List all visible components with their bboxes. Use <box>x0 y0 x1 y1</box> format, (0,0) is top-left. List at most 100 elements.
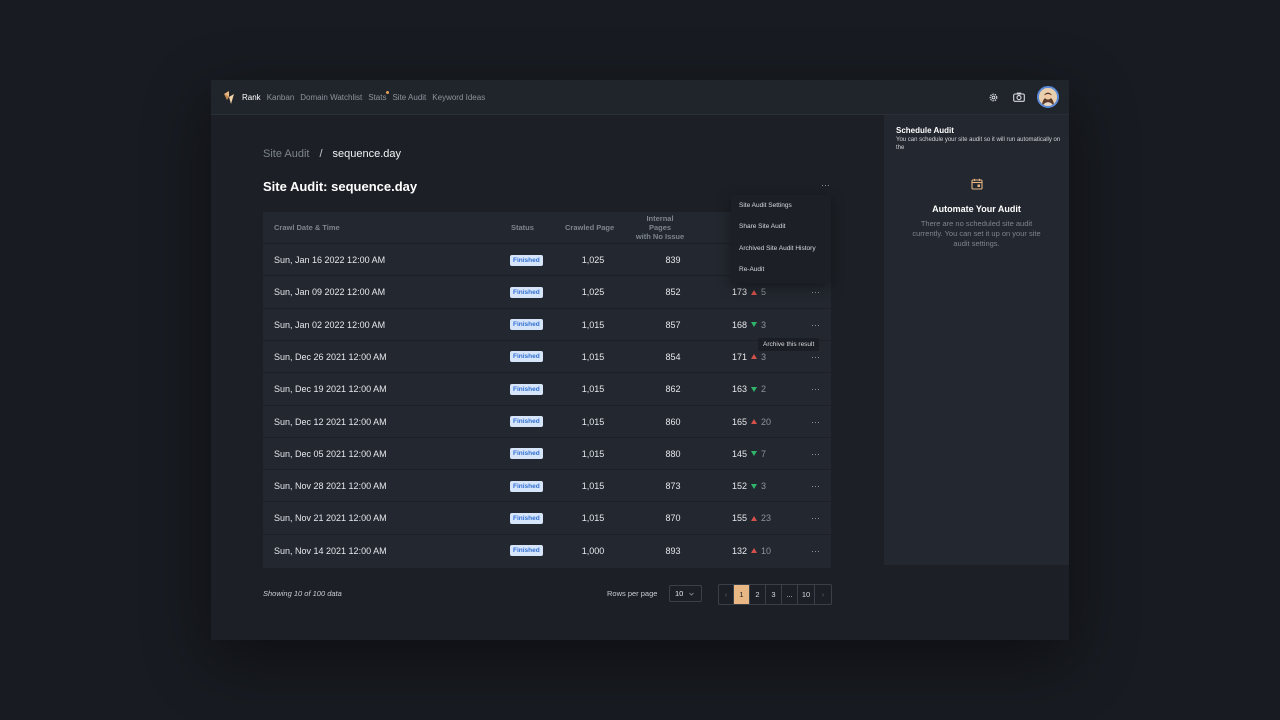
nav-item-kanban[interactable]: Kanban <box>267 92 295 103</box>
header-status[interactable]: Status <box>511 212 534 243</box>
issues-value: 152 <box>732 481 748 492</box>
arrow-up-icon <box>751 354 758 360</box>
notification-dot <box>386 91 390 94</box>
top-icons <box>985 86 1059 108</box>
table-row[interactable]: Sun, Dec 19 2021 12:00 AM Finished 1,015 86… <box>263 372 831 404</box>
cell-crawl-date: Sun, Dec 12 2021 12:00 AM <box>274 416 387 427</box>
calendar-icon <box>971 178 983 190</box>
breadcrumb: Site Audit / sequence.day <box>263 148 401 160</box>
cell-issues: 145 7 <box>732 438 766 470</box>
cell-status: Finished <box>510 341 543 373</box>
page-more-button[interactable]: ··· <box>821 180 830 190</box>
table-row[interactable]: Sun, Dec 05 2021 12:00 AM Finished 1,015 88… <box>263 436 831 470</box>
issues-value: 165 <box>732 416 748 427</box>
gear-icon[interactable] <box>985 89 1001 105</box>
archive-tooltip: Archive this result <box>758 338 820 351</box>
menu-item-re-audit[interactable]: Re-Audit <box>739 266 764 273</box>
status-badge: Finished <box>510 416 543 427</box>
next-page-button[interactable]: › <box>815 585 831 604</box>
table-row[interactable]: Sun, Nov 21 2021 12:00 AM Finished 1,015 87… <box>263 501 831 533</box>
arrow-down-icon <box>751 386 758 392</box>
prev-page-button[interactable]: ‹ <box>719 585 734 604</box>
rows-per-page-select[interactable]: 10 <box>669 585 702 602</box>
arrow-up-icon <box>751 515 758 521</box>
cell-crawl-date: Sun, Jan 09 2022 12:00 AM <box>274 287 386 298</box>
row-more-button[interactable]: ··· <box>811 502 820 534</box>
cell-crawl-date: Sun, Dec 05 2021 12:00 AM <box>274 448 387 459</box>
status-badge: Finished <box>510 545 543 557</box>
cell-issues: 132 10 <box>732 535 771 567</box>
issues-value: 132 <box>732 545 748 556</box>
breadcrumb-separator: / <box>319 148 323 160</box>
page-ellipsis: ... <box>782 585 798 604</box>
issues-delta: 20 <box>761 416 772 427</box>
nav-item-stats[interactable]: Stats <box>368 91 390 103</box>
header-crawled-page[interactable]: Crawled Page <box>565 212 614 243</box>
table-row[interactable]: Sun, Dec 26 2021 12:00 AM Finished 1,015 85… <box>263 339 831 373</box>
cell-no-issue: 852 <box>665 287 681 298</box>
header-no-issue-line1: Internal Pages <box>646 214 674 232</box>
menu-item-archived-history[interactable]: Archived Site Audit History <box>739 245 816 252</box>
issues-delta: 5 <box>761 287 767 298</box>
cell-crawled-page: 1,000 <box>581 545 605 556</box>
issues-delta: 7 <box>761 448 767 459</box>
cell-crawl-date: Sun, Dec 19 2021 12:00 AM <box>274 384 387 395</box>
page-button-1[interactable]: 1 <box>734 585 750 604</box>
header-no-issue-line2: with No Issue <box>635 232 685 241</box>
status-badge: Finished <box>510 351 543 363</box>
cell-crawled-page: 1,015 <box>581 416 605 427</box>
page-button-2[interactable]: 2 <box>750 585 766 604</box>
issues-value: 163 <box>732 384 748 395</box>
row-more-button[interactable]: ··· <box>811 470 820 502</box>
issues-value: 168 <box>732 319 748 330</box>
cell-status: Finished <box>510 276 543 308</box>
user-avatar[interactable] <box>1037 86 1059 108</box>
rank-logo[interactable] <box>223 91 235 104</box>
nav-item-domain-watchlist[interactable]: Domain Watchlist <box>300 92 362 103</box>
issues-delta: 23 <box>761 513 772 524</box>
cell-status: Finished <box>510 406 543 438</box>
cell-crawl-date: Sun, Nov 28 2021 12:00 AM <box>274 481 387 492</box>
arrow-down-icon <box>751 322 758 328</box>
breadcrumb-parent[interactable]: Site Audit <box>263 148 309 160</box>
issues-value: 145 <box>732 448 748 459</box>
nav-item-rank[interactable]: Rank <box>242 92 261 103</box>
cell-crawl-date: Sun, Nov 14 2021 12:00 AM <box>274 545 387 556</box>
cell-no-issue: 873 <box>665 481 681 492</box>
menu-item-site-audit-settings[interactable]: Site Audit Settings <box>739 202 792 209</box>
row-more-button[interactable]: ··· <box>811 373 820 405</box>
cell-no-issue: 857 <box>665 319 681 330</box>
cell-status: Finished <box>510 438 543 470</box>
nav-item-keyword-ideas[interactable]: Keyword Ideas <box>432 92 485 103</box>
site-audit-dropdown-menu: Site Audit Settings Share Site Audit Arc… <box>731 195 831 283</box>
table-row[interactable]: Sun, Jan 02 2022 12:00 AM Finished 1,015 85… <box>263 307 831 341</box>
cell-no-issue: 854 <box>665 351 681 362</box>
cell-issues: 165 20 <box>732 406 771 438</box>
row-more-button[interactable]: ··· <box>811 406 820 438</box>
row-more-button[interactable]: ··· <box>811 309 820 341</box>
table-row[interactable]: Sun, Dec 12 2021 12:00 AM Finished 1,015 86… <box>263 404 831 438</box>
rows-per-page-label: Rows per page <box>607 589 658 598</box>
menu-item-share-site-audit[interactable]: Share Site Audit <box>739 223 786 230</box>
status-badge: Finished <box>510 319 543 331</box>
status-badge: Finished <box>510 512 543 524</box>
table-row[interactable]: Sun, Nov 28 2021 12:00 AM Finished 1,015 87… <box>263 469 831 501</box>
showing-count: Showing 10 of 100 data <box>263 589 342 598</box>
header-no-issue[interactable]: Internal Pages with No Issue <box>635 212 685 243</box>
page-button-3[interactable]: 3 <box>766 585 782 604</box>
row-more-button[interactable]: ··· <box>811 535 820 567</box>
cell-crawled-page: 1,015 <box>581 319 605 330</box>
cell-no-issue: 880 <box>665 448 681 459</box>
table-row[interactable]: Sun, Nov 14 2021 12:00 AM Finished 1,000 89… <box>263 533 831 567</box>
cell-no-issue: 839 <box>665 255 681 265</box>
status-badge: Finished <box>510 448 543 460</box>
breadcrumb-current: sequence.day <box>332 148 402 160</box>
nav-item-site-audit[interactable]: Site Audit <box>392 92 426 103</box>
header-crawl-date[interactable]: Crawl Date & Time <box>274 212 340 243</box>
cell-status: Finished <box>510 244 543 276</box>
page-button-10[interactable]: 10 <box>798 585 815 604</box>
camera-icon[interactable] <box>1011 89 1027 105</box>
arrow-up-icon <box>751 419 758 424</box>
row-more-button[interactable]: ··· <box>811 438 820 470</box>
avatar-image <box>1039 88 1057 106</box>
